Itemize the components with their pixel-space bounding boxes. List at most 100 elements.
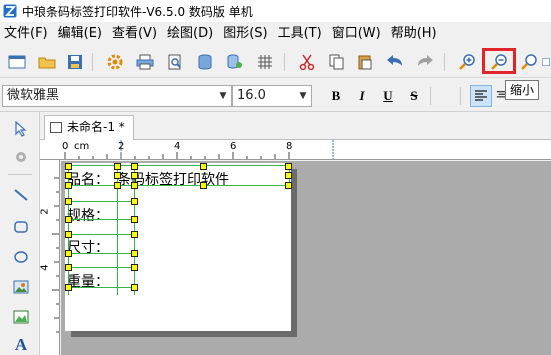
line-tool-icon[interactable] <box>10 184 32 206</box>
resize-handle[interactable] <box>131 182 138 189</box>
zoom-out-tooltip: 缩小 <box>505 80 540 100</box>
label-field-spec[interactable]: 规格： <box>67 205 109 225</box>
design-canvas[interactable]: 品名： 条码标签打印软件 规格： 尺寸： 重量： <box>61 161 551 355</box>
database-icon[interactable] <box>194 51 216 73</box>
ruler-tick-label: 0 <box>62 141 69 152</box>
bold-button[interactable]: B <box>326 86 346 106</box>
menu-file[interactable]: 文件(F) <box>0 22 54 46</box>
ruler-tick-label: 4 <box>174 141 181 152</box>
ruler-tick-label: 2 <box>118 141 125 152</box>
copy-icon[interactable] <box>326 51 348 73</box>
resize-handle[interactable] <box>65 284 72 291</box>
zoom-in-icon[interactable] <box>456 51 478 73</box>
redo-arrow-icon[interactable] <box>414 51 436 73</box>
resize-handle[interactable] <box>285 172 292 179</box>
ellipse-tool-icon[interactable] <box>10 246 32 268</box>
menu-tools[interactable]: 工具(T) <box>274 22 328 46</box>
menu-help[interactable]: 帮助(H) <box>387 22 443 46</box>
selection-guide <box>65 165 291 166</box>
undo-arrow-icon[interactable] <box>384 51 406 73</box>
resize-handle[interactable] <box>131 284 138 291</box>
resize-handle[interactable] <box>285 163 292 170</box>
resize-handle[interactable] <box>65 172 72 179</box>
resize-handle[interactable] <box>200 163 207 170</box>
database-settings-icon[interactable] <box>224 51 246 73</box>
select-pointer-icon[interactable] <box>10 118 32 140</box>
grid-icon[interactable] <box>254 51 276 73</box>
selection-guide <box>65 253 137 254</box>
chevron-down-icon[interactable]: ▼ <box>295 86 311 106</box>
resize-handle[interactable] <box>131 163 138 170</box>
ruler-tick-label: 6 <box>230 141 237 152</box>
menu-bar: 文件(F) 编辑(E) 查看(V) 绘图(D) 图形(S) 工具(T) 窗口(W… <box>0 22 551 46</box>
ruler-ticks <box>64 140 334 159</box>
selection-guide <box>65 287 137 288</box>
resize-handle[interactable] <box>65 163 72 170</box>
menu-shape[interactable]: 图形(S) <box>219 22 273 46</box>
label-field-name[interactable]: 品名： <box>67 169 109 189</box>
font-family-select[interactable]: 微软雅黑 ▼ <box>2 85 232 107</box>
zoom-out-highlight <box>482 48 516 74</box>
title-bar: 中琅条码标签打印软件-V6.5.0 数码版 单机 <box>0 0 551 22</box>
tab-document[interactable]: 未命名-1 * <box>44 115 134 140</box>
cut-scissors-icon[interactable] <box>296 51 318 73</box>
menu-draw[interactable]: 绘图(D) <box>163 22 219 46</box>
resize-handle[interactable] <box>65 231 72 238</box>
app-logo-icon <box>3 4 17 18</box>
resize-handle[interactable] <box>285 182 292 189</box>
settings-gear-icon[interactable] <box>104 51 126 73</box>
paste-icon[interactable] <box>354 51 376 73</box>
resize-handle[interactable] <box>114 172 121 179</box>
strikethrough-button[interactable]: S <box>404 86 424 106</box>
resize-handle[interactable] <box>131 250 138 257</box>
toolbar-divider <box>430 87 431 105</box>
print-preview-icon[interactable] <box>164 51 186 73</box>
resize-handle[interactable] <box>131 172 138 179</box>
ruler-tick-label: 4 <box>40 264 51 271</box>
resize-handle[interactable] <box>65 264 72 271</box>
menu-window[interactable]: 窗口(W) <box>328 22 387 46</box>
text-tool-icon[interactable]: A <box>10 334 32 355</box>
selection-guide <box>65 234 137 235</box>
format-toolbar: 微软雅黑 ▼ 16.0 ▼ B I U S <box>0 78 551 112</box>
resize-handle[interactable] <box>65 182 72 189</box>
label-paper[interactable]: 品名： 条码标签打印软件 规格： 尺寸： 重量： <box>65 163 292 331</box>
toolbox-divider <box>8 174 32 175</box>
selection-guide <box>65 219 137 220</box>
italic-button[interactable]: I <box>352 86 372 106</box>
rectangle-tool-icon[interactable] <box>10 216 32 238</box>
underline-button[interactable]: U <box>378 86 398 106</box>
new-document-icon[interactable] <box>6 51 28 73</box>
resize-handle[interactable] <box>65 250 72 257</box>
rotate-tool-icon[interactable] <box>10 146 32 168</box>
toolbar-divider <box>460 87 461 105</box>
resize-handle[interactable] <box>131 198 138 205</box>
font-size-value: 16.0 <box>237 88 266 103</box>
resize-handle[interactable] <box>131 264 138 271</box>
open-folder-icon[interactable] <box>36 51 58 73</box>
resize-handle[interactable] <box>131 231 138 238</box>
selection-guide <box>65 185 291 186</box>
resize-handle[interactable] <box>65 216 72 223</box>
zoom-fit-icon[interactable] <box>518 51 540 73</box>
resize-handle[interactable] <box>65 198 72 205</box>
resize-handle[interactable] <box>131 216 138 223</box>
resize-handle[interactable] <box>114 163 121 170</box>
font-size-select[interactable]: 16.0 ▼ <box>232 85 312 107</box>
label-field-size[interactable]: 尺寸： <box>67 237 109 257</box>
menu-edit[interactable]: 编辑(E) <box>54 22 108 46</box>
toolbar-divider <box>284 53 285 71</box>
drawing-toolbox: A <box>0 112 40 355</box>
selection-guide <box>65 201 137 202</box>
save-icon[interactable] <box>64 51 86 73</box>
zoom-actual-icon[interactable] <box>542 51 551 73</box>
label-field-weight[interactable]: 重量： <box>67 271 109 291</box>
chevron-down-icon[interactable]: ▼ <box>215 86 231 106</box>
picture-tool-icon[interactable] <box>10 306 32 328</box>
image-tool-icon[interactable] <box>10 276 32 298</box>
align-left-icon[interactable] <box>470 85 492 107</box>
menu-view[interactable]: 查看(V) <box>108 22 163 46</box>
print-icon[interactable] <box>134 51 156 73</box>
resize-handle[interactable] <box>200 182 207 189</box>
resize-handle[interactable] <box>114 182 121 189</box>
